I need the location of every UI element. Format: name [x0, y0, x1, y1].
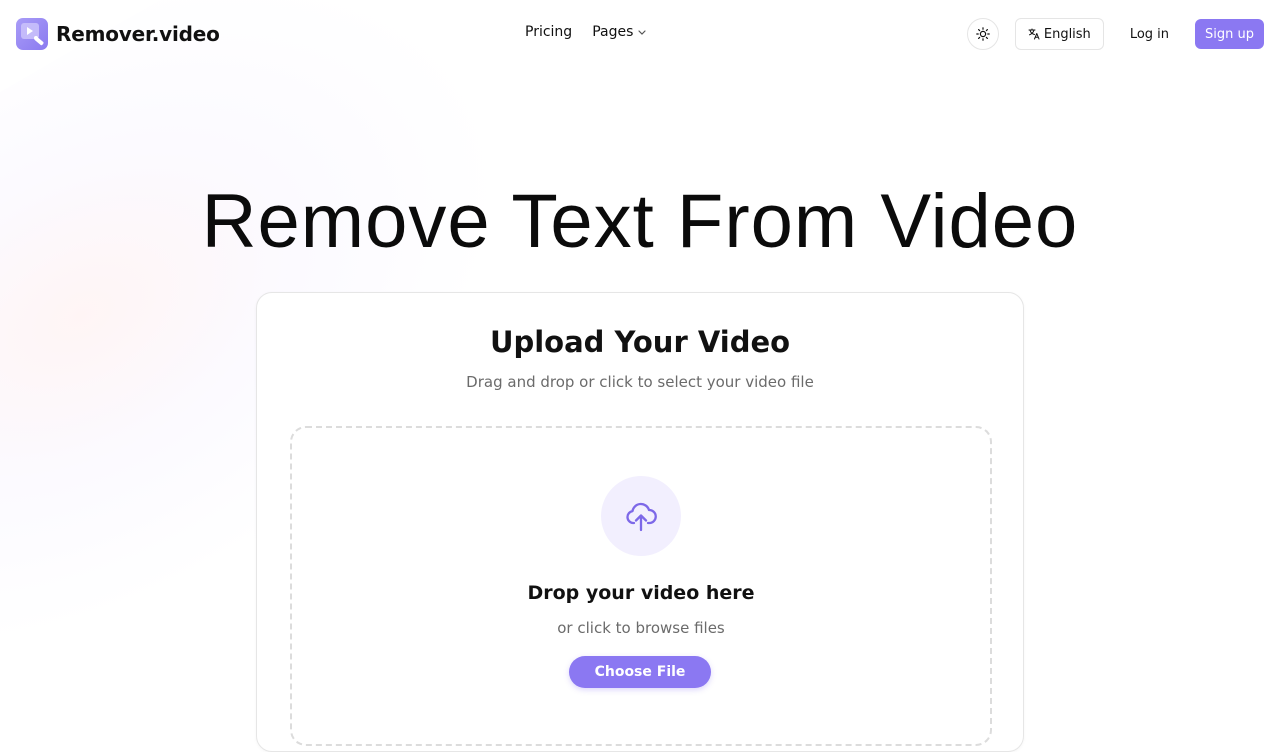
chevron-down-icon: [638, 30, 646, 35]
header-actions: English Log in Sign up: [966, 18, 1264, 50]
main-nav: Pricing Pages: [525, 24, 647, 40]
upload-card: Upload Your Video Drag and drop or click…: [256, 292, 1024, 752]
translate-icon: [1028, 28, 1040, 40]
dropzone-title: Drop your video here: [527, 582, 755, 604]
dropzone-subtitle: or click to browse files: [557, 619, 725, 637]
sun-icon: [976, 27, 990, 41]
brand-name: Remover.video: [56, 22, 220, 46]
language-label: English: [1043, 26, 1091, 42]
top-navbar: Remover.video Pricing Pages English Log …: [0, 0, 1280, 68]
language-select-button[interactable]: English: [1014, 18, 1104, 50]
nav-link-label: Pages: [592, 24, 634, 40]
brand-logo-link[interactable]: Remover.video: [16, 18, 220, 50]
nav-link-pages[interactable]: Pages: [592, 24, 647, 40]
theme-toggle-button[interactable]: [966, 18, 999, 50]
video-dropzone[interactable]: Drop your video here or click to browse …: [290, 426, 992, 746]
login-button[interactable]: Log in: [1120, 18, 1179, 50]
play-wand-icon: [16, 18, 48, 50]
nav-link-pricing[interactable]: Pricing: [525, 24, 572, 40]
signup-button[interactable]: Sign up: [1195, 19, 1264, 49]
cloud-upload-icon: [626, 502, 657, 532]
choose-file-button[interactable]: Choose File: [569, 656, 711, 688]
upload-card-subtitle: Drag and drop or click to select your vi…: [466, 373, 814, 391]
upload-card-title: Upload Your Video: [489, 325, 791, 359]
upload-icon-circle: [601, 476, 681, 556]
nav-link-label: Pricing: [525, 24, 573, 40]
hero-title: Remove Text From Video: [201, 179, 1079, 264]
